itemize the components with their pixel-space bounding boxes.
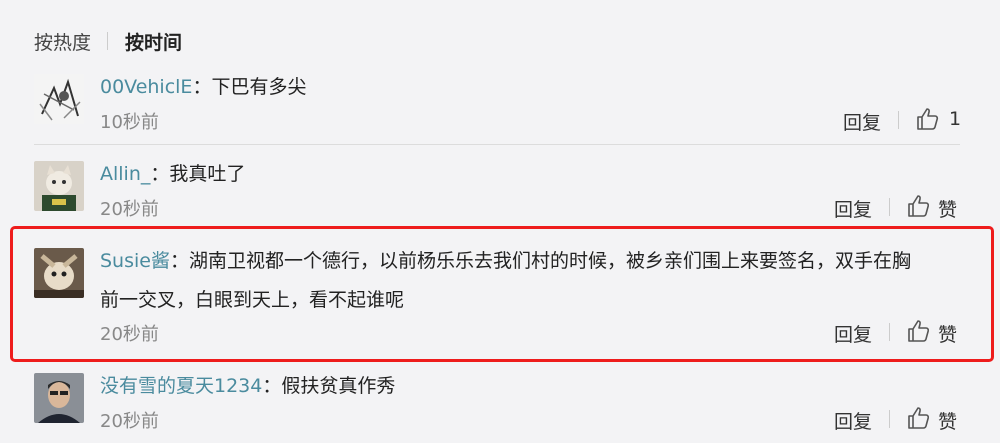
comment-text-continued: 前一交叉，白眼到天上，看不起谁呢 — [100, 289, 405, 311]
colon: ： — [192, 76, 212, 98]
like-label[interactable]: 赞 — [938, 320, 957, 347]
action-divider — [889, 323, 890, 341]
sort-by-hot-tab[interactable]: 按热度 — [34, 28, 91, 55]
username-link[interactable]: Allin_ — [100, 163, 150, 185]
comment-text: 下巴有多尖 — [211, 76, 307, 98]
reply-button[interactable]: 回复 — [834, 195, 872, 222]
avatar[interactable] — [34, 74, 84, 124]
comment-divider — [34, 144, 960, 145]
comment-time: 10秒前 — [100, 112, 159, 133]
thumbs-up-icon[interactable] — [907, 406, 931, 430]
colon: ： — [150, 163, 170, 185]
comment-line: 00VehiclE：下巴有多尖 — [100, 72, 306, 99]
comment-line: Susie酱：湖南卫视都一个德行，以前杨乐乐去我们村的时候，被乡亲们围上来要签名… — [100, 246, 911, 273]
thumbs-up-icon[interactable] — [907, 194, 931, 218]
like-label[interactable]: 赞 — [938, 407, 957, 434]
sort-bar: 按热度 按时间 — [34, 28, 182, 54]
comment-text: 假扶贫真作秀 — [281, 375, 396, 397]
comment-line: Allin_：我真吐了 — [100, 159, 245, 186]
colon: ： — [169, 250, 189, 272]
comment-text: 我真吐了 — [169, 163, 246, 185]
comment-time: 20秒前 — [100, 324, 159, 345]
username-link[interactable]: 00VehiclE — [100, 76, 192, 98]
reply-button[interactable]: 回复 — [843, 108, 881, 135]
comment-time: 20秒前 — [100, 199, 159, 220]
reply-button[interactable]: 回复 — [834, 320, 872, 347]
username-link[interactable]: Susie酱 — [100, 250, 170, 272]
username-link[interactable]: 没有雪的夏天1234 — [100, 375, 262, 397]
avatar[interactable] — [34, 248, 84, 298]
sort-divider — [107, 32, 109, 50]
comment-text: 湖南卫视都一个德行，以前杨乐乐去我们村的时候，被乡亲们围上来要签名，双手在胸 — [189, 250, 912, 272]
comment-time: 20秒前 — [100, 411, 159, 432]
thumbs-up-icon[interactable] — [916, 107, 940, 131]
reply-button[interactable]: 回复 — [834, 407, 872, 434]
comment-line: 没有雪的夏天1234：假扶贫真作秀 — [100, 371, 395, 398]
action-divider — [889, 410, 890, 428]
sort-by-time-tab[interactable]: 按时间 — [125, 28, 182, 55]
action-divider — [889, 198, 890, 216]
like-count: 1 — [949, 108, 962, 130]
colon: ： — [262, 375, 282, 397]
avatar[interactable] — [34, 373, 84, 423]
thumbs-up-icon[interactable] — [907, 319, 931, 343]
action-divider — [898, 111, 899, 129]
avatar[interactable] — [34, 161, 84, 211]
like-label[interactable]: 赞 — [938, 195, 957, 222]
